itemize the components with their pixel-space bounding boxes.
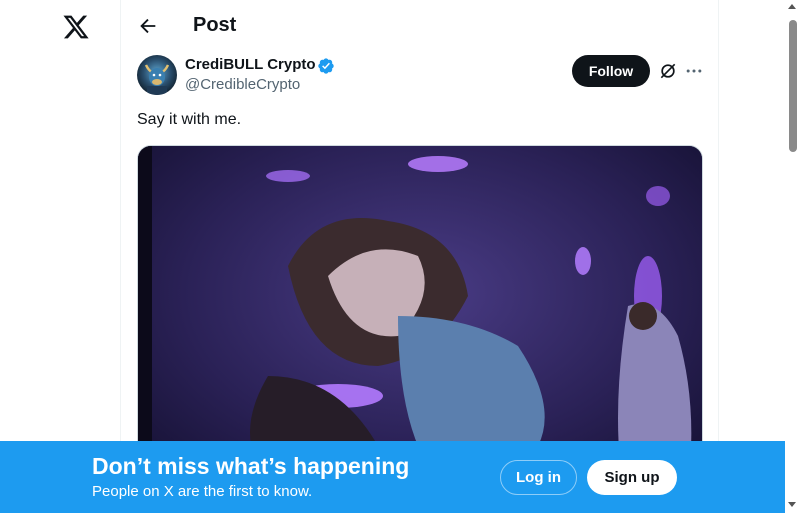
author-name[interactable]: CrediBULL Crypto xyxy=(185,56,316,73)
x-logo-icon[interactable] xyxy=(61,13,91,41)
scrollbar[interactable] xyxy=(785,0,800,513)
signup-button[interactable]: Sign up xyxy=(587,460,677,495)
grok-icon[interactable] xyxy=(658,61,678,81)
banner-title: Don’t miss what’s happening xyxy=(92,453,410,479)
banner-subtitle: People on X are the first to know. xyxy=(92,483,313,500)
back-arrow-icon[interactable] xyxy=(137,15,159,37)
more-options-icon[interactable] xyxy=(684,61,704,81)
page-title: Post xyxy=(193,14,237,36)
follow-button[interactable]: Follow xyxy=(572,55,650,87)
scrollbar-thumb[interactable] xyxy=(789,20,797,152)
scroll-down-icon[interactable] xyxy=(788,502,796,507)
scroll-up-icon[interactable] xyxy=(788,4,796,9)
login-button[interactable]: Log in xyxy=(500,460,577,495)
signup-banner: Don’t miss what’s happening People on X … xyxy=(0,441,785,513)
author-handle[interactable]: @CredibleCrypto xyxy=(185,76,300,93)
post-header: Post xyxy=(121,0,720,53)
main-column: Post CrediBULL Crypto @CredibleCrypto Fo… xyxy=(120,0,719,513)
bull-mascot-icon xyxy=(144,64,170,95)
verified-badge-icon xyxy=(318,58,334,74)
post-text: Say it with me. xyxy=(137,111,242,128)
avatar[interactable] xyxy=(137,55,177,95)
